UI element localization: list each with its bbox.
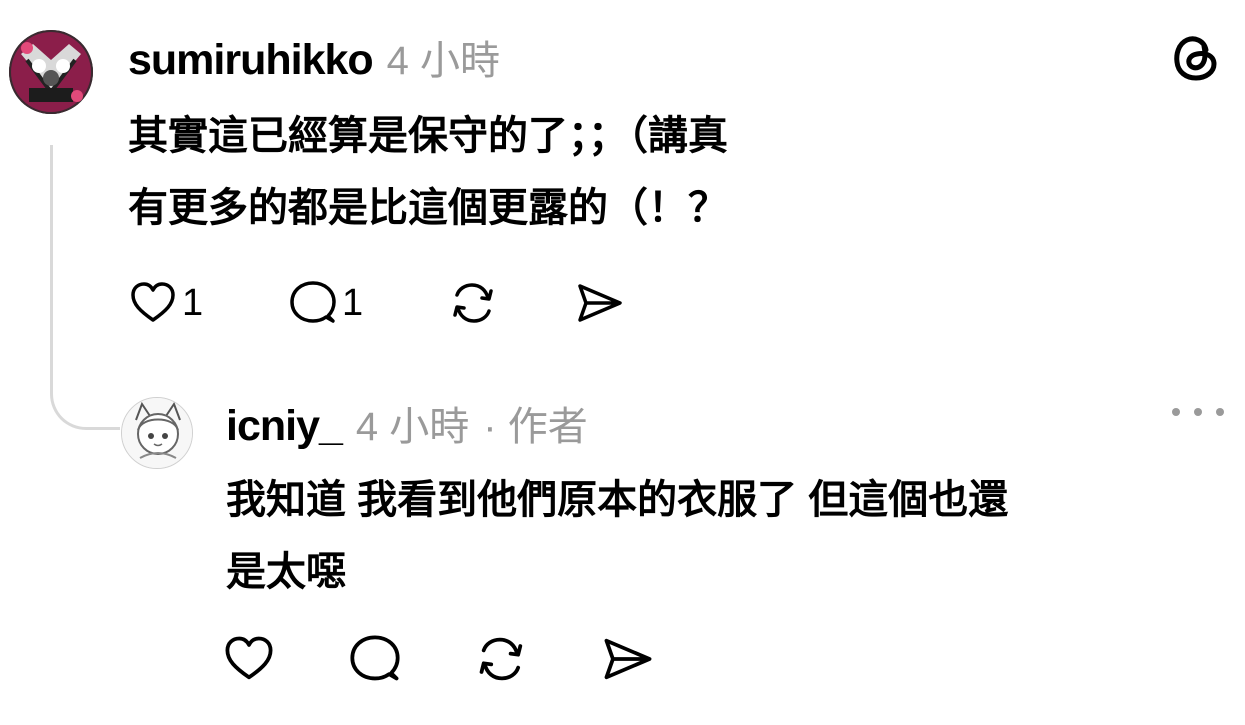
post-text-line: 有更多的都是比這個更露的（！？ (128, 186, 728, 230)
more-icon[interactable] (1172, 400, 1224, 424)
username[interactable]: sumiruhikko (128, 36, 374, 85)
like-button[interactable]: 1 (128, 278, 288, 328)
thread-connector-line (50, 145, 120, 430)
reply-button[interactable] (348, 632, 474, 686)
send-icon (578, 284, 622, 322)
username[interactable]: icniy_ (226, 402, 343, 451)
like-button[interactable] (222, 632, 348, 686)
share-button[interactable] (574, 278, 626, 328)
post-header: sumiruhikko 4 小時 (128, 28, 500, 86)
heart-icon (225, 636, 273, 680)
reply-header: icniy_ 4 小時 · 作者 (226, 394, 588, 452)
reply-count: 1 (342, 281, 364, 324)
post-time: 4 小時 (386, 39, 501, 83)
like-count: 1 (182, 281, 204, 324)
repost-icon (479, 637, 523, 681)
avatar-image (122, 398, 192, 468)
avatar-icniy[interactable] (121, 397, 193, 469)
reply-time: 4 小時 (355, 405, 470, 449)
post-text: 其實這已經算是保守的了；；（講真 有更多的都是比這個更露的（！？ (128, 100, 728, 244)
repost-button[interactable] (474, 632, 600, 686)
dot (1216, 408, 1224, 416)
threads-logo-icon[interactable] (1168, 28, 1224, 84)
dot (1172, 408, 1180, 416)
reply-actions (222, 632, 656, 686)
post-text-line: 其實這已經算是保守的了；；（講真 (128, 114, 728, 158)
reply-text-line: 是太噁 (226, 550, 346, 594)
repost-icon (453, 283, 493, 323)
reply-button[interactable]: 1 (288, 278, 448, 328)
post-actions: 1 1 (128, 278, 626, 328)
share-button[interactable] (600, 632, 656, 686)
comment-icon (350, 635, 400, 681)
author-badge: · 作者 (483, 405, 588, 449)
dot (1194, 408, 1202, 416)
avatar-sumiruhikko[interactable] (9, 30, 93, 114)
reply-text: 我知道 我看到他們原本的衣服了 但這個也還 是太噁 (226, 464, 1008, 608)
send-icon (604, 638, 652, 680)
heart-icon (131, 282, 175, 322)
avatar-image (9, 30, 93, 114)
repost-button[interactable] (448, 278, 574, 328)
comment-icon (290, 281, 336, 323)
reply-text-line: 我知道 我看到他們原本的衣服了 但這個也還 (226, 478, 1009, 522)
